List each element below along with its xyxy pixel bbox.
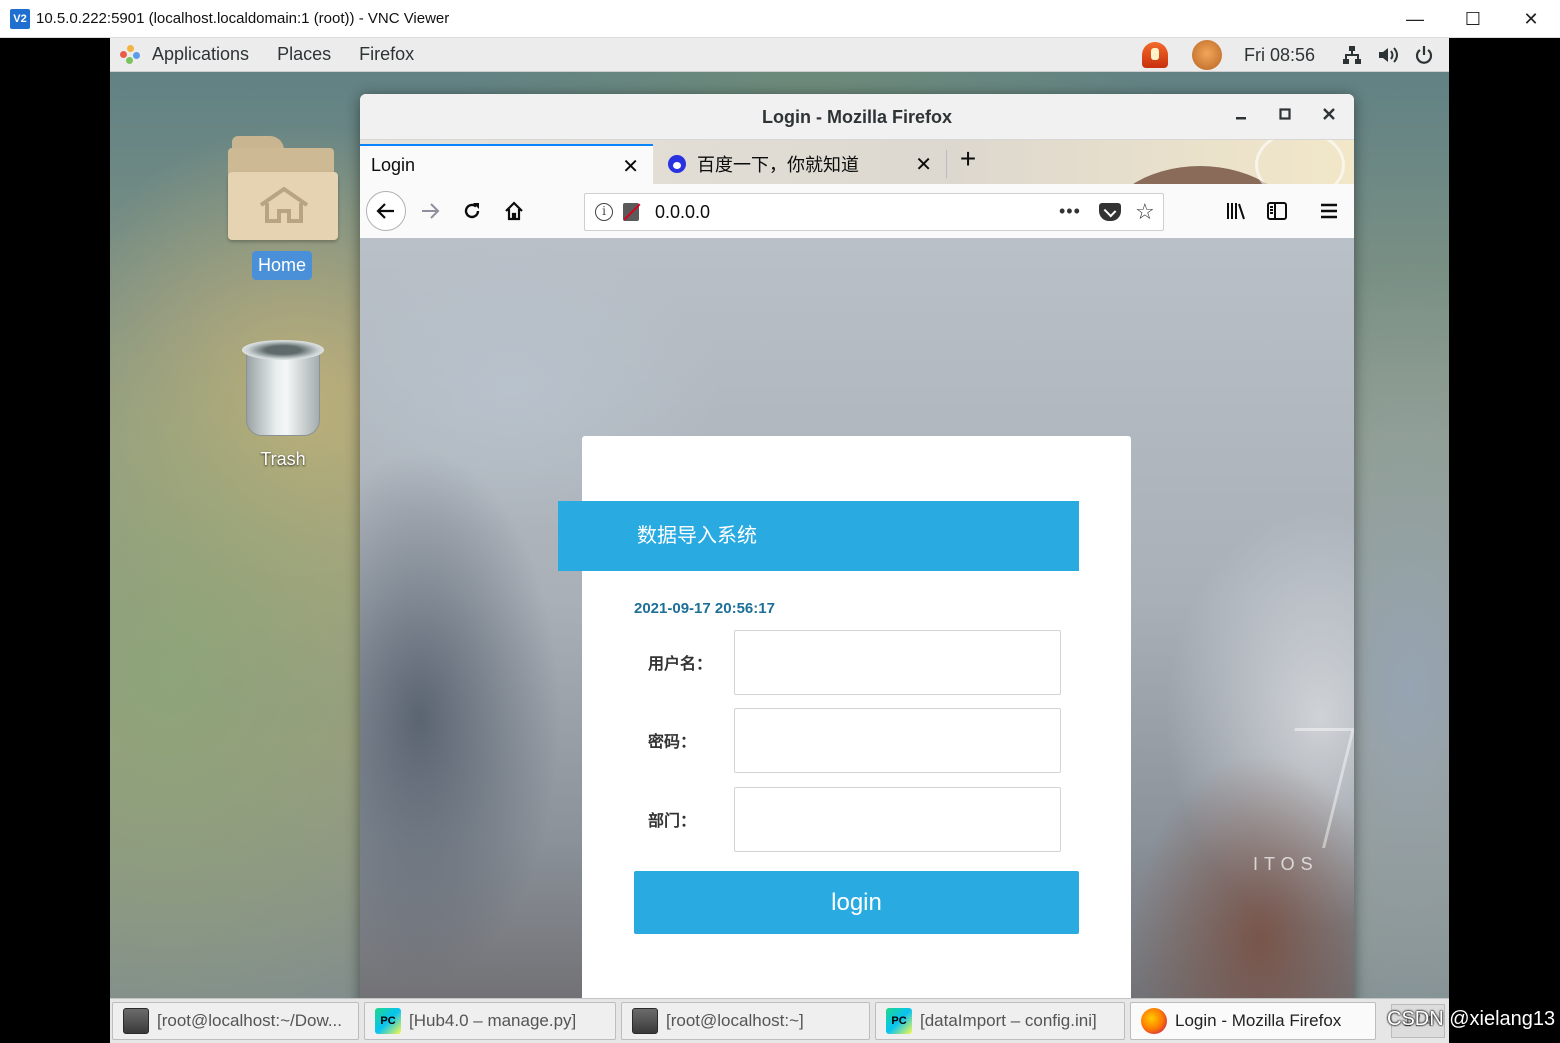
close-tab-icon[interactable]: ✕ [622,154,639,179]
vnc-minimize-button[interactable]: — [1386,0,1444,38]
username-label: 用户名： [648,656,713,673]
tab-login[interactable]: Login ✕ [360,144,653,184]
terminal-icon [123,1008,149,1034]
close-tab-icon[interactable]: ✕ [915,152,932,177]
page-viewport: ITOS 数据导入系统 2021-09-17 20:56:17 用户名： 密码：… [360,238,1354,1036]
window-list-taskbar: [root@localhost:~/Dow... PC [Hub4.0 – ma… [110,998,1449,1043]
pycharm-icon: PC [375,1008,401,1034]
pocket-icon[interactable] [1099,203,1121,221]
taskbar-item-pycharm-hub[interactable]: PC [Hub4.0 – manage.py] [364,1002,616,1040]
username-input[interactable] [734,630,1061,695]
csdn-watermark: CSDN @xielang13 [1387,1008,1556,1030]
pycharm-icon: PC [886,1008,912,1034]
taskbar-item-pycharm-dataimport[interactable]: PC [dataImport – config.ini] [875,1002,1125,1040]
applications-icon [120,44,140,65]
places-menu[interactable]: Places [267,44,341,65]
indicator-avatar-icon[interactable] [1191,40,1222,70]
firefox-window-title: Login - Mozilla Firefox [762,107,952,127]
password-label: 密码： [648,734,697,751]
taskbar-item-label: [root@localhost:~] [666,1011,804,1030]
vnc-window-controls: — ☐ ✕ [1386,0,1560,38]
forward-button[interactable] [412,192,448,230]
firefox-titlebar: Login - Mozilla Firefox [360,94,1354,140]
house-icon [257,185,311,231]
taskbar-item-firefox[interactable]: Login - Mozilla Firefox [1130,1002,1376,1040]
firefox-close-button[interactable] [1316,104,1342,130]
library-icon[interactable] [1222,192,1252,230]
alert-siren-icon[interactable] [1141,42,1168,68]
url-bar[interactable]: i 0.0.0.0 ••• ☆ [584,193,1164,231]
tab-label: 百度一下，你就知道 [697,155,859,175]
tab-separator [946,150,947,178]
trash-body [246,350,320,436]
baidu-paw-icon [668,155,686,173]
taskbar-item-terminal-home[interactable]: [root@localhost:~] [621,1002,870,1040]
taskbar-item-label: [dataImport – config.ini] [920,1011,1097,1030]
tab-baidu[interactable]: 百度一下，你就知道 ✕ [654,144,946,184]
background-seven-mark [1265,728,1354,848]
background-watermark: ITOS [1253,854,1319,874]
site-info-icon[interactable]: i [595,203,613,221]
new-tab-button[interactable]: + [956,142,980,178]
volume-icon[interactable] [1377,44,1399,66]
terminal-icon [632,1008,658,1034]
back-button[interactable] [366,191,406,231]
department-input[interactable] [734,787,1061,852]
vnc-window-title: 10.5.0.222:5901 (localhost.localdomain:1… [36,10,450,27]
insecure-connection-icon[interactable] [623,203,639,221]
vnc-right-border [1449,38,1560,1043]
sidebar-icon[interactable] [1262,192,1292,230]
firefox-icon [1141,1008,1167,1034]
applications-menu[interactable]: Applications [142,44,259,65]
vnc-left-border [0,38,110,1043]
system-tray: Fri 08:56 [1141,38,1449,72]
power-icon[interactable] [1413,44,1435,66]
firefox-maximize-button[interactable] [1272,104,1298,130]
remote-desktop: Applications Places Firefox Fri 08:56 Ho… [110,38,1449,1043]
menu-hamburger-icon[interactable] [1314,192,1344,230]
taskbar-item-label: [root@localhost:~/Dow... [157,1011,342,1030]
reload-button[interactable] [454,192,490,230]
tab-strip: Login ✕ 百度一下，你就知道 ✕ [360,140,1354,184]
home-button[interactable] [496,192,532,230]
firefox-menu[interactable]: Firefox [349,44,424,65]
trash-label[interactable]: Trash [228,449,338,470]
vnc-logo-icon: V2 [10,8,30,29]
login-header-banner: 数据导入系统 [558,501,1079,571]
department-label: 部门： [648,813,697,830]
trash-icon[interactable] [242,340,324,436]
password-input[interactable] [734,708,1061,773]
gnome-top-bar: Applications Places Firefox Fri 08:56 [110,38,1449,72]
page-actions-icon[interactable]: ••• [1059,194,1081,228]
login-button[interactable]: login [634,871,1079,934]
firefox-minimize-button[interactable] [1228,104,1254,130]
navigation-toolbar: i 0.0.0.0 ••• ☆ [360,184,1354,238]
bookmark-star-icon[interactable]: ☆ [1135,194,1155,230]
clock[interactable]: Fri 08:56 [1244,45,1315,66]
taskbar-item-label: Login - Mozilla Firefox [1175,1011,1342,1030]
home-folder-icon[interactable] [228,136,338,244]
home-folder-label[interactable]: Home [252,251,313,280]
system-title: 数据导入系统 [637,525,757,547]
network-icon[interactable] [1341,44,1363,66]
trash-rim [242,340,324,360]
taskbar-item-label: [Hub4.0 – manage.py] [409,1011,577,1030]
tab-label: Login [371,154,416,175]
taskbar-item-terminal-downloads[interactable]: [root@localhost:~/Dow... [112,1002,359,1040]
vnc-close-button[interactable]: ✕ [1502,0,1560,38]
current-timestamp: 2021-09-17 20:56:17 [634,600,775,617]
firefox-window: Login - Mozilla Firefox Login ✕ 百度一下，你就知… [360,94,1354,1036]
vnc-maximize-button[interactable]: ☐ [1444,0,1502,38]
vnc-titlebar: V2 10.5.0.222:5901 (localhost.localdomai… [0,0,1560,38]
url-text[interactable]: 0.0.0.0 [655,194,710,230]
